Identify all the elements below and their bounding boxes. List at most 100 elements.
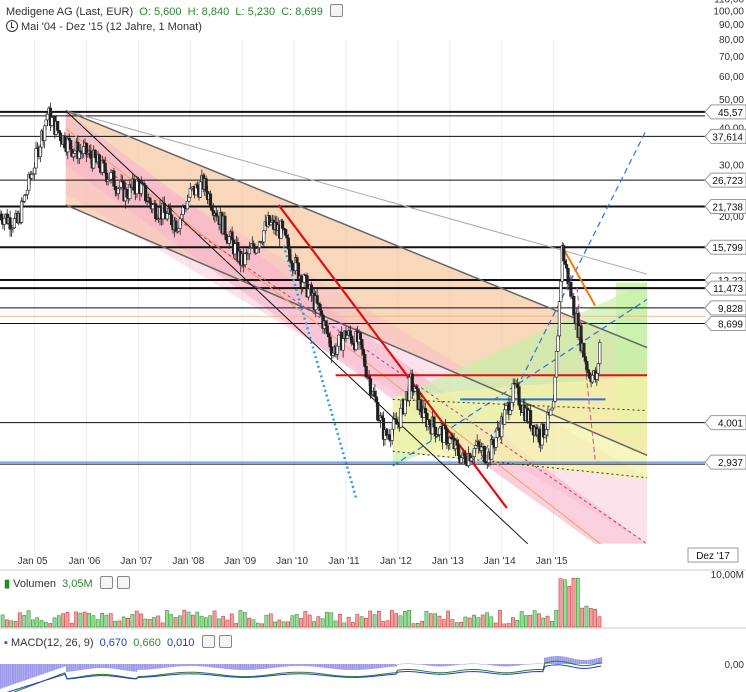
time-tick-label: Jan '12 (380, 556, 412, 567)
macd-histogram-bar (483, 664, 486, 665)
candle-body (289, 260, 293, 264)
candle-body (569, 282, 573, 297)
macd-histogram-bar (550, 656, 553, 664)
candle-body (327, 333, 331, 338)
volume-bar (117, 620, 122, 628)
macd-icon: ▪ (4, 637, 8, 649)
candle-body (144, 185, 148, 202)
candle-body (82, 146, 86, 154)
candle-body (537, 428, 541, 443)
price-level-label: 11,473 (713, 284, 743, 295)
volume-bar (35, 617, 40, 628)
macd-settings-icon[interactable] (201, 635, 215, 648)
volume-bar (390, 610, 394, 628)
volume-bar (329, 612, 334, 628)
macd-histogram-bar (182, 664, 185, 667)
candle-body (187, 196, 191, 202)
volume-bar (377, 610, 381, 628)
macd-histogram-bar (578, 659, 581, 664)
candle-body (113, 185, 117, 191)
macd-histogram-bar (362, 664, 365, 670)
candle-body (58, 132, 63, 142)
macd-histogram-bar (429, 664, 432, 666)
candle-body (363, 354, 367, 367)
volume-bar (338, 613, 342, 628)
macd-v1: 0,670 (99, 637, 128, 649)
candle-body (151, 204, 155, 210)
volume-bar (364, 618, 368, 628)
macd-histogram-bar (20, 664, 23, 682)
settings-icon[interactable] (329, 4, 343, 17)
volume-bar (43, 622, 48, 628)
macd-histogram-bar (479, 663, 482, 665)
volume-bar (178, 615, 182, 628)
macd-close-icon[interactable] (218, 635, 232, 648)
macd-histogram-bar (241, 664, 244, 670)
candle-body (504, 405, 508, 411)
volume-bar (31, 619, 35, 628)
macd-histogram-bar (364, 664, 367, 670)
candle-body (285, 234, 289, 239)
macd-histogram-bar (252, 664, 255, 670)
macd-histogram-bar (373, 664, 376, 669)
candle-body (474, 445, 478, 449)
volume-close-icon[interactable] (116, 576, 130, 589)
candle-body (301, 282, 305, 288)
candle-body (71, 153, 76, 157)
macd-histogram-bar (180, 664, 183, 667)
macd-histogram-bar (340, 664, 343, 670)
volume-bar (13, 621, 18, 628)
volume-bar (515, 620, 520, 628)
macd-histogram-bar (48, 664, 51, 672)
volume-bar (398, 615, 403, 628)
macd-histogram-bar (418, 664, 421, 665)
macd-histogram-bar (463, 663, 466, 665)
macd-histogram-bar (53, 664, 56, 671)
macd-histogram-bar (293, 664, 296, 667)
macd-histogram-bar (591, 659, 594, 664)
candle-body (544, 429, 549, 436)
volume-bar (467, 617, 472, 628)
volume-bar (229, 613, 234, 628)
macd-histogram-bar (399, 663, 402, 665)
macd-title: MACD(12, 26, 9) (10, 637, 94, 649)
macd-histogram-bar (117, 664, 120, 670)
macd-histogram-bar (37, 664, 40, 676)
macd-histogram-bar (102, 664, 105, 669)
volume-bar (251, 619, 256, 628)
macd-histogram-bar (284, 664, 287, 667)
macd-histogram-bar (405, 663, 408, 665)
macd-histogram-bar (46, 664, 49, 673)
volume-bar (519, 611, 524, 628)
volume-bar (532, 610, 537, 628)
candle-body (462, 452, 466, 457)
macd-histogram-bar (3, 664, 6, 688)
macd-histogram-bar (379, 664, 382, 668)
candle-body (34, 148, 38, 169)
volume-settings-icon[interactable] (99, 576, 113, 589)
price-tick-label: 80,00 (719, 35, 744, 46)
macd-histogram-bar (459, 664, 462, 665)
time-tick-label: Jan '10 (276, 556, 308, 567)
time-range-label: Mai '04 - Dez '15 (12 Jahre, 1 Monat) (21, 21, 202, 33)
time-tick-label: Jan '06 (69, 556, 101, 567)
candle-body (390, 428, 394, 441)
volume-bar (26, 610, 31, 628)
candle-body (210, 207, 214, 211)
candle-body (22, 195, 27, 202)
candle-body (380, 415, 384, 419)
macd-histogram-bar (11, 664, 14, 685)
candle-body (590, 374, 595, 383)
candle-body (455, 440, 459, 446)
time-tick-label: Jan '13 (432, 556, 464, 567)
candle-body (374, 396, 378, 403)
macd-histogram-bar (394, 664, 397, 667)
macd-histogram-bar (357, 664, 360, 670)
candle-body (93, 149, 97, 158)
volume-bar (48, 623, 53, 628)
macd-histogram-bar (24, 664, 27, 680)
volume-bar (368, 610, 373, 628)
candle-body (208, 193, 213, 208)
macd-histogram-bar (208, 664, 211, 668)
candle-body (204, 178, 208, 192)
